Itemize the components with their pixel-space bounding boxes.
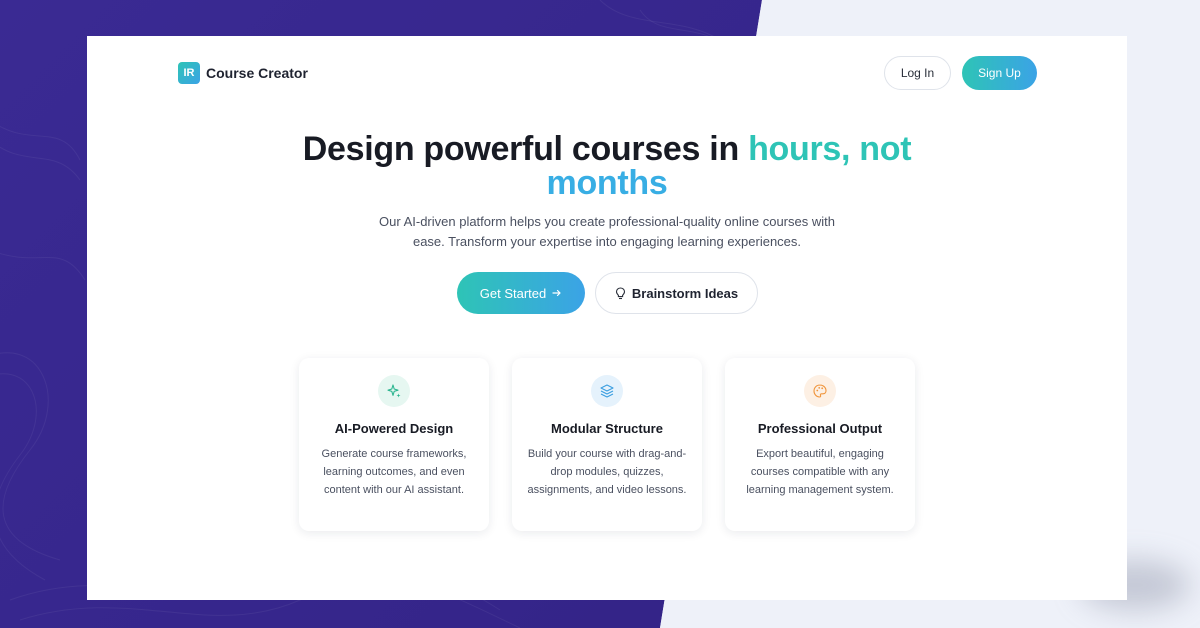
feature-icon-wrap [591,375,623,407]
brand-name: Course Creator [206,65,308,81]
hero-title-accent: hours, not [748,130,912,168]
palette-icon [813,384,827,398]
feature-card-ai-design: AI-Powered Design Generate course framew… [299,358,489,531]
landing-page-card: IR Course Creator Log In Sign Up Design … [87,36,1127,600]
login-button[interactable]: Log In [884,56,951,90]
feature-description: Export beautiful, engaging courses compa… [746,448,894,496]
hero-title-main: Design powerful courses in [302,130,749,168]
feature-icon-wrap [378,375,410,407]
logo-badge-icon: IR [178,62,200,84]
arrow-right-icon [552,289,561,297]
hero-subtitle: Our AI-driven platform helps you create … [379,214,835,249]
brainstorm-ideas-label: Brainstorm Ideas [631,285,739,301]
feature-title: Modular Structure [551,421,663,436]
get-started-label: Get Started [479,285,547,301]
top-navigation: IR Course Creator Log In Sign Up [87,36,1127,110]
brainstorm-ideas-button[interactable]: Brainstorm Ideas [595,272,758,314]
layers-icon [600,384,614,398]
get-started-button[interactable]: Get Started [457,272,585,314]
hero-title-accent-2: months [546,164,668,202]
hero-title: Design powerful courses in hours, not mo… [87,132,1127,200]
signup-button[interactable]: Sign Up [962,56,1037,90]
feature-description: Build your course with drag-and-drop mod… [527,448,687,496]
feature-card-professional: Professional Output Export beautiful, en… [725,358,915,531]
feature-card-modular: Modular Structure Build your course with… [512,358,702,531]
sparkles-icon [387,384,401,398]
feature-title: AI-Powered Design [334,421,454,436]
feature-description: Generate course frameworks, learning out… [321,448,467,496]
lightbulb-icon [615,286,625,299]
brand-logo[interactable]: IR Course Creator [178,62,308,84]
feature-icon-wrap [804,375,836,407]
feature-title: Professional Output [757,421,883,436]
